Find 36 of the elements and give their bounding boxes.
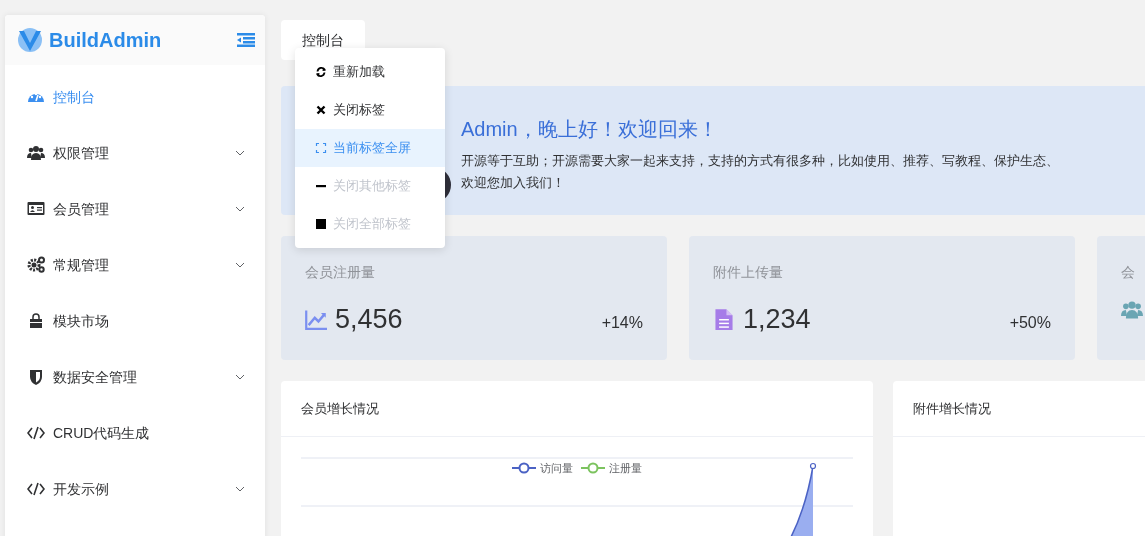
stat-change: +14% [601,313,643,334]
fullscreen-icon [315,142,327,154]
sidebar-item[interactable]: 会员管理 [5,181,265,237]
square-icon [315,218,327,230]
close-icon [315,104,327,116]
sidebar-item[interactable]: 模块市场 [5,293,265,349]
sidebar-item[interactable]: 数据安全管理 [5,349,265,405]
stat-value: 1,234 [743,303,811,336]
stat-change: +50% [1009,313,1051,334]
logo-icon [17,27,43,53]
shopping-bag-icon [27,312,45,330]
stat-value: 5,456 [335,303,403,336]
menu-item[interactable]: 关闭标签 [295,91,445,129]
sidebar-item[interactable]: 开发示例 [5,461,265,517]
legend-label: 访问量 [540,461,573,476]
code-icon [27,424,45,442]
code-icon [27,480,45,498]
welcome-title: Admin，晚上好！欢迎回来！ [461,117,719,142]
stat-title: 附件上传量 [713,263,784,282]
shield-icon [27,368,45,386]
welcome-text: 开源等于互助；开源需要大家一起来支持，支持的方式有很多种，比如使用、推荐、写教程、保护生态、 [461,152,1060,170]
chart-title: 会员增长情况 [281,381,873,437]
sidebar-item[interactable]: CRUD代码生成 [5,405,265,461]
sidebar-item[interactable]: 权限管理 [5,125,265,181]
app-logo-text: BuildAdmin [49,28,162,53]
id-card-icon [27,200,45,218]
users-icon [27,144,45,162]
reload-icon [315,66,327,78]
sidebar-item[interactable]: 常规管理 [5,237,265,293]
stat-title: 会员注册量 [305,263,376,282]
legend-label: 注册量 [609,461,642,476]
collapse-menu-icon[interactable] [237,33,255,47]
welcome-text: 欢迎您加入我们！ [461,174,566,192]
stat-title: 会 [1121,263,1136,282]
chart-title: 附件增长情况 [893,381,1145,437]
gears-icon [27,256,45,274]
